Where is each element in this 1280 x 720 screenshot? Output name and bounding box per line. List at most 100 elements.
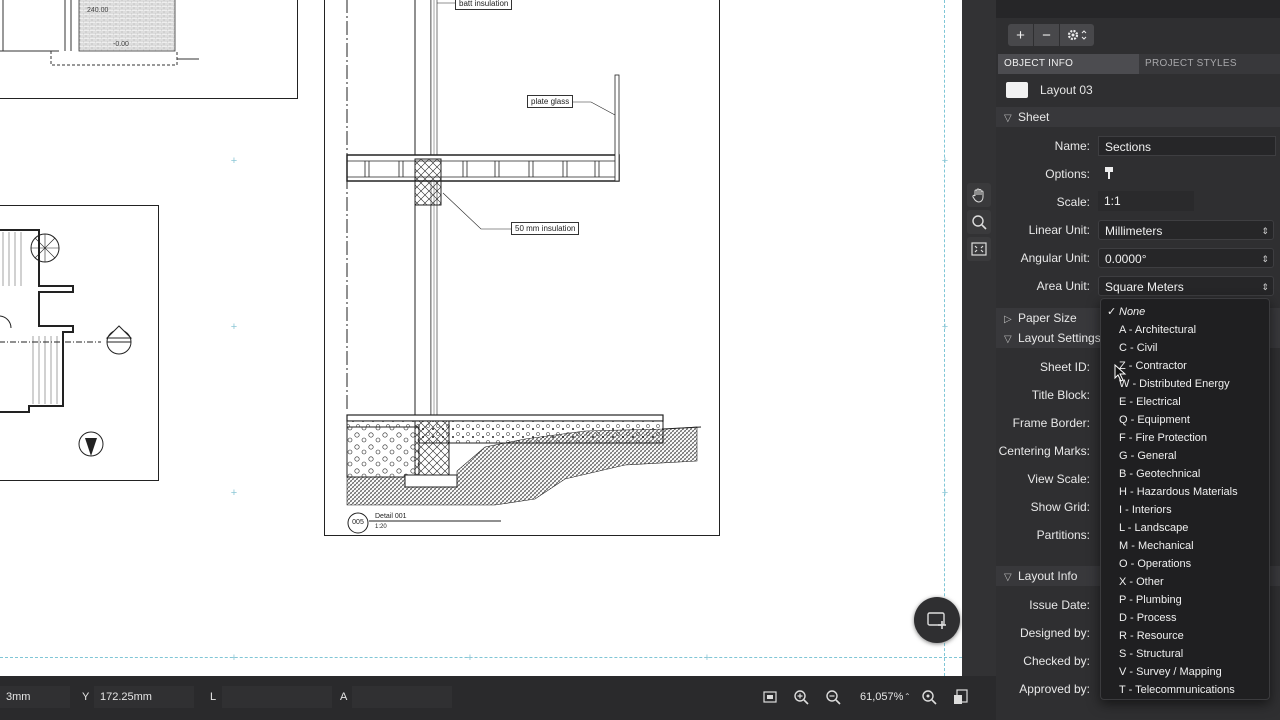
dropdown-item[interactable]: G - General xyxy=(1101,447,1269,465)
zoom-stepper-icon[interactable]: ⌃ xyxy=(904,686,911,708)
viewport-section-detail[interactable]: batt insulation plate glass 50 mm insula… xyxy=(324,0,720,536)
dropdown-item[interactable]: M - Mechanical xyxy=(1101,537,1269,555)
zoom-in-icon[interactable] xyxy=(792,688,810,706)
dropdown-item[interactable]: X - Other xyxy=(1101,573,1269,591)
title-block-label: Title Block: xyxy=(1031,388,1090,402)
app-window: + + + + + + + + + + + + + + xyxy=(0,0,1280,720)
designed-by-label: Designed by: xyxy=(1019,626,1090,640)
dropdown-item[interactable]: S - Structural xyxy=(1101,645,1269,663)
chevron-down-icon: ▽ xyxy=(1004,334,1012,345)
section-sheet[interactable]: ▽ Sheet xyxy=(996,107,1280,127)
angular-unit-value: 0.0000° xyxy=(1105,252,1147,266)
angular-unit-select[interactable]: 0.0000° ⇕ xyxy=(1098,248,1274,268)
status-bar: 3mm Y 172.25mm L A 61,057% ⌃ xyxy=(0,676,996,720)
section-title: Layout Info xyxy=(1018,569,1078,583)
area-unit-value: Square Meters xyxy=(1105,280,1184,294)
dropdown-item[interactable]: B - Geotechnical xyxy=(1101,465,1269,483)
show-grid-label: Show Grid: xyxy=(1030,500,1090,514)
page-guide-right xyxy=(944,0,945,676)
callout-plate-glass[interactable]: plate glass xyxy=(527,95,574,108)
viewport-floor-plan[interactable] xyxy=(0,205,159,481)
linear-unit-value: Millimeters xyxy=(1105,224,1163,238)
dropdown-item[interactable]: R - Resource xyxy=(1101,627,1269,645)
canvas-tool-strip xyxy=(962,0,996,676)
approved-by-label: Approved by: xyxy=(1019,682,1090,696)
layout-thumbnail-icon xyxy=(1006,82,1028,98)
grid-mark: + xyxy=(230,321,238,333)
dropdown-item[interactable]: O - Operations xyxy=(1101,555,1269,573)
viewport-add-icon xyxy=(927,612,946,629)
add-viewport-button[interactable] xyxy=(914,597,960,643)
partitions-label: Partitions: xyxy=(1036,528,1090,542)
panel-tabs: OBJECT INFO PROJECT STYLES xyxy=(998,54,1280,74)
drawing-canvas[interactable]: + + + + + + + + + + + + + + xyxy=(0,0,962,676)
checkmark-icon: ✓ xyxy=(1107,306,1117,318)
panel-toolbar: + − xyxy=(1008,24,1094,46)
a-label: A xyxy=(340,691,348,703)
dropdown-item[interactable]: F - Fire Protection xyxy=(1101,429,1269,447)
remove-button[interactable]: − xyxy=(1034,24,1060,46)
grid-mark: + xyxy=(941,487,949,499)
pan-hand-icon[interactable] xyxy=(967,183,991,207)
zoom-level[interactable]: 61,057% xyxy=(860,686,903,708)
name-input[interactable]: Sections xyxy=(1098,136,1276,156)
length-field[interactable] xyxy=(222,686,332,708)
dropdown-item[interactable]: Q - Equipment xyxy=(1101,411,1269,429)
fit-page-icon[interactable] xyxy=(761,688,779,706)
zoom-out-icon[interactable] xyxy=(824,688,842,706)
options-brush-icon[interactable] xyxy=(1104,166,1114,183)
gear-icon xyxy=(1067,29,1087,41)
zoom-magnifier-icon[interactable] xyxy=(920,688,938,706)
chevron-updown-icon: ⇕ xyxy=(1261,226,1269,236)
area-unit-label: Area Unit: xyxy=(1036,279,1090,293)
sheet-id-label: Sheet ID: xyxy=(1039,360,1090,374)
page-guide-bottom xyxy=(0,657,962,658)
page-setup-icon[interactable] xyxy=(952,688,970,706)
dropdown-item[interactable]: E - Electrical xyxy=(1101,393,1269,411)
angle-field[interactable] xyxy=(352,686,452,708)
area-unit-select[interactable]: Square Meters ⇕ xyxy=(1098,276,1274,296)
plus-icon: + xyxy=(1016,26,1025,44)
viewport-plan-top[interactable]: 240.00 -0.00 xyxy=(0,0,298,99)
dropdown-item[interactable]: I - Interiors xyxy=(1101,501,1269,519)
add-button[interactable]: + xyxy=(1008,24,1034,46)
chevron-down-icon: ▽ xyxy=(1004,572,1012,583)
dropdown-item[interactable]: A - Architectural xyxy=(1101,321,1269,339)
name-label: Name: xyxy=(1054,139,1090,153)
layout-name: Layout 03 xyxy=(1040,83,1093,97)
elevation-label: 240.00 xyxy=(87,7,109,14)
chevron-right-icon: ▷ xyxy=(1004,314,1012,325)
grid-mark: + xyxy=(941,155,949,167)
callout-50mm-insulation[interactable]: 50 mm insulation xyxy=(511,222,580,235)
centering-marks-label: Centering Marks: xyxy=(998,444,1090,458)
dropdown-item[interactable]: P - Plumbing xyxy=(1101,591,1269,609)
zoom-magnifier-icon[interactable] xyxy=(967,210,991,234)
scale-field[interactable]: 1:1 xyxy=(1098,191,1194,211)
tab-project-styles[interactable]: PROJECT STYLES xyxy=(1139,54,1280,74)
chevron-updown-icon: ⇕ xyxy=(1261,282,1269,292)
frame-border-label: Frame Border: xyxy=(1012,416,1090,430)
view-scale-label: View Scale: xyxy=(1027,472,1090,486)
dropdown-item[interactable]: L - Landscape xyxy=(1101,519,1269,537)
settings-button[interactable] xyxy=(1060,24,1094,46)
dropdown-item[interactable]: T - Telecommunications xyxy=(1101,681,1269,699)
dropdown-item[interactable]: D - Process xyxy=(1101,609,1269,627)
dropdown-item[interactable]: C - Civil xyxy=(1101,339,1269,357)
angular-unit-label: Angular Unit: xyxy=(1020,251,1090,265)
detail-number: 005 xyxy=(352,519,364,526)
callout-batt-insulation[interactable]: batt insulation xyxy=(455,0,513,10)
dropdown-item[interactable]: V - Survey / Mapping xyxy=(1101,663,1269,681)
dropdown-item[interactable]: ✓ None xyxy=(1101,303,1269,321)
sheet-id-dropdown-menu: ✓ None A - Architectural C - Civil Z - Co… xyxy=(1100,298,1270,700)
tab-object-info[interactable]: OBJECT INFO xyxy=(998,54,1139,74)
options-label: Options: xyxy=(1045,167,1090,181)
minus-icon: − xyxy=(1042,26,1051,44)
linear-unit-select[interactable]: Millimeters ⇕ xyxy=(1098,220,1274,240)
dropdown-item[interactable]: H - Hazardous Materials xyxy=(1101,483,1269,501)
grid-mark: + xyxy=(466,652,474,664)
y-coordinate-field[interactable]: 172.25mm xyxy=(94,686,194,708)
fit-to-window-icon[interactable] xyxy=(967,237,991,261)
issue-date-label: Issue Date: xyxy=(1029,598,1090,612)
l-label: L xyxy=(210,691,217,703)
x-coordinate-field[interactable]: 3mm xyxy=(0,686,70,708)
